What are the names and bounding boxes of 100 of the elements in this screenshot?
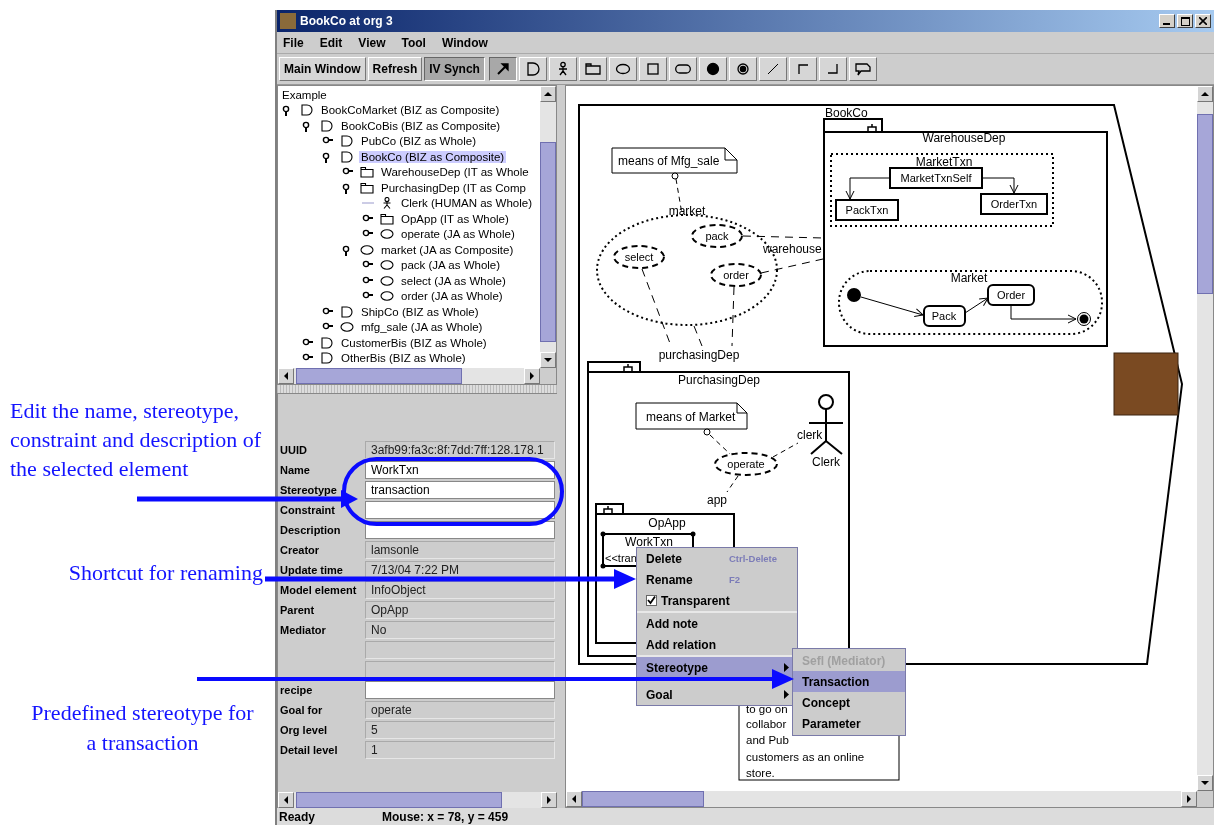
tree-item[interactable]: WarehouseDep (IT as Whole	[379, 166, 531, 179]
input-field[interactable]	[365, 681, 555, 699]
scrollbar[interactable]	[566, 791, 1197, 807]
actor-label: Clerk	[812, 455, 840, 469]
scroll-right-button[interactable]	[1181, 791, 1197, 807]
note-shape[interactable]	[611, 147, 738, 174]
action-ellipse[interactable]	[691, 224, 743, 248]
bullseye-icon	[734, 61, 751, 77]
tree-item[interactable]: mfg_sale (JA as Whole)	[359, 321, 485, 334]
tree-item[interactable]: select (JA as Whole)	[399, 274, 508, 287]
scroll-right-button[interactable]	[524, 368, 540, 384]
menu-item[interactable]: File	[283, 35, 304, 50]
folder-icon	[360, 166, 374, 179]
right-triangle-icon	[1185, 795, 1193, 803]
input-field[interactable]	[365, 501, 555, 519]
toolbar-button[interactable]: Refresh	[367, 57, 423, 81]
menu-item[interactable]: View	[358, 35, 386, 50]
toolbar-button[interactable]: IV Synch	[424, 57, 485, 81]
tree-item[interactable]: BookCo (BIZ as Composite)	[359, 150, 507, 163]
scrollbar[interactable]	[540, 86, 556, 368]
state-box[interactable]	[987, 284, 1035, 306]
minimize-button[interactable]	[1159, 14, 1175, 28]
tree-item[interactable]: BookCoMarket (BIZ as Composite)	[319, 104, 502, 117]
connector-arrow	[845, 177, 891, 200]
right-triangle-icon	[528, 372, 536, 380]
scroll-thumb[interactable]	[296, 792, 502, 808]
tree-item[interactable]: order (JA as Whole)	[399, 290, 505, 303]
menu-item[interactable]: Add relation	[637, 634, 797, 655]
scroll-thumb[interactable]	[582, 791, 704, 807]
scroll-right-button[interactable]	[541, 792, 557, 808]
close-button[interactable]	[1195, 14, 1211, 28]
state-box[interactable]	[923, 305, 966, 327]
tree-item[interactable]: OpApp (IT as Whole)	[399, 212, 511, 225]
transition-arrow	[1010, 304, 1077, 324]
tree-item[interactable]: OtherBis (BIZ as Whole)	[339, 352, 468, 365]
menu-item[interactable]: Transaction	[793, 671, 905, 692]
toolbar-button[interactable]: Main Window	[279, 57, 366, 81]
scroll-left-button[interactable]	[278, 792, 294, 808]
anchor-circle	[671, 172, 679, 180]
scroll-thumb[interactable]	[1197, 114, 1213, 294]
tree-item[interactable]: market (JA as Composite)	[379, 243, 516, 256]
input-field[interactable]: transaction	[365, 481, 555, 499]
menu-item[interactable]: Delete Ctrl-Delete	[637, 548, 797, 569]
scrollbar[interactable]	[1197, 86, 1213, 791]
menu-item[interactable]: Add note	[637, 613, 797, 634]
note-shape[interactable]	[635, 402, 748, 430]
ellipse-icon	[380, 274, 394, 287]
tree-item[interactable]: Clerk (HUMAN as Whole)	[399, 197, 534, 210]
left-triangle-icon	[282, 372, 290, 380]
class-box[interactable]	[980, 193, 1048, 215]
scroll-up-button[interactable]	[1197, 86, 1213, 102]
scroll-thumb[interactable]	[540, 142, 556, 342]
scroll-down-button[interactable]	[540, 352, 556, 368]
menu-item[interactable]: Window	[441, 35, 488, 50]
scroll-left-button[interactable]	[566, 791, 582, 807]
package-label: OpApp	[648, 516, 686, 530]
maximize-button[interactable]	[1177, 14, 1193, 28]
photo-placeholder	[1113, 352, 1179, 416]
action-ellipse[interactable]	[613, 245, 665, 269]
scrollbar[interactable]	[278, 792, 557, 808]
class-box[interactable]	[889, 167, 983, 189]
action-ellipse[interactable]	[714, 452, 778, 476]
final-state[interactable]	[1077, 312, 1091, 326]
dashed-link	[772, 442, 799, 458]
menu-item[interactable]: Parameter	[793, 713, 905, 734]
input-field[interactable]: WorkTxn	[365, 461, 555, 479]
role-label: app	[707, 493, 727, 507]
scroll-thumb[interactable]	[296, 368, 462, 384]
close-icon	[1199, 17, 1207, 25]
checked-checkbox-icon[interactable]	[646, 595, 657, 606]
tree-item[interactable]: BookCoBis (BIZ as Composite)	[339, 119, 503, 132]
d-shape-icon	[320, 352, 334, 365]
tree-item[interactable]: pack (JA as Whole)	[399, 259, 503, 272]
tree-root[interactable]: Example	[280, 88, 329, 101]
tree-item[interactable]: PurchasingDep (IT as Comp	[379, 181, 528, 194]
initial-state[interactable]	[847, 288, 861, 302]
role-label: purchasingDep	[658, 348, 740, 362]
class-box[interactable]	[835, 199, 899, 221]
menu-item[interactable]: Transparent	[637, 590, 797, 611]
property-label: Model element	[280, 584, 357, 596]
property-label: Name	[280, 464, 310, 476]
scrollbar[interactable]	[278, 368, 540, 384]
package-label: WarehouseDep	[922, 131, 1006, 145]
scroll-up-button[interactable]	[540, 86, 556, 102]
up-triangle-icon	[544, 90, 552, 98]
tree-item[interactable]: CustomerBis (BIZ as Whole)	[339, 336, 489, 349]
tree-item[interactable]: ShipCo (BIZ as Whole)	[359, 305, 481, 318]
menu-item[interactable]: Edit	[319, 35, 343, 50]
ellipse-icon	[340, 321, 354, 334]
menu-item[interactable]: Rename F2	[637, 569, 797, 590]
scroll-down-button[interactable]	[1197, 775, 1213, 791]
dashed-link	[731, 286, 735, 347]
tree-item[interactable]: PubCo (BIZ as Whole)	[359, 135, 479, 148]
tool-button[interactable]	[488, 57, 517, 81]
package-shape[interactable]	[823, 118, 1108, 347]
scroll-left-button[interactable]	[278, 368, 294, 384]
tree-item[interactable]: operate (JA as Whole)	[399, 228, 517, 241]
action-ellipse[interactable]	[710, 263, 762, 287]
menu-item[interactable]: Tool	[401, 35, 426, 50]
property-label: Stereotype	[280, 484, 337, 496]
